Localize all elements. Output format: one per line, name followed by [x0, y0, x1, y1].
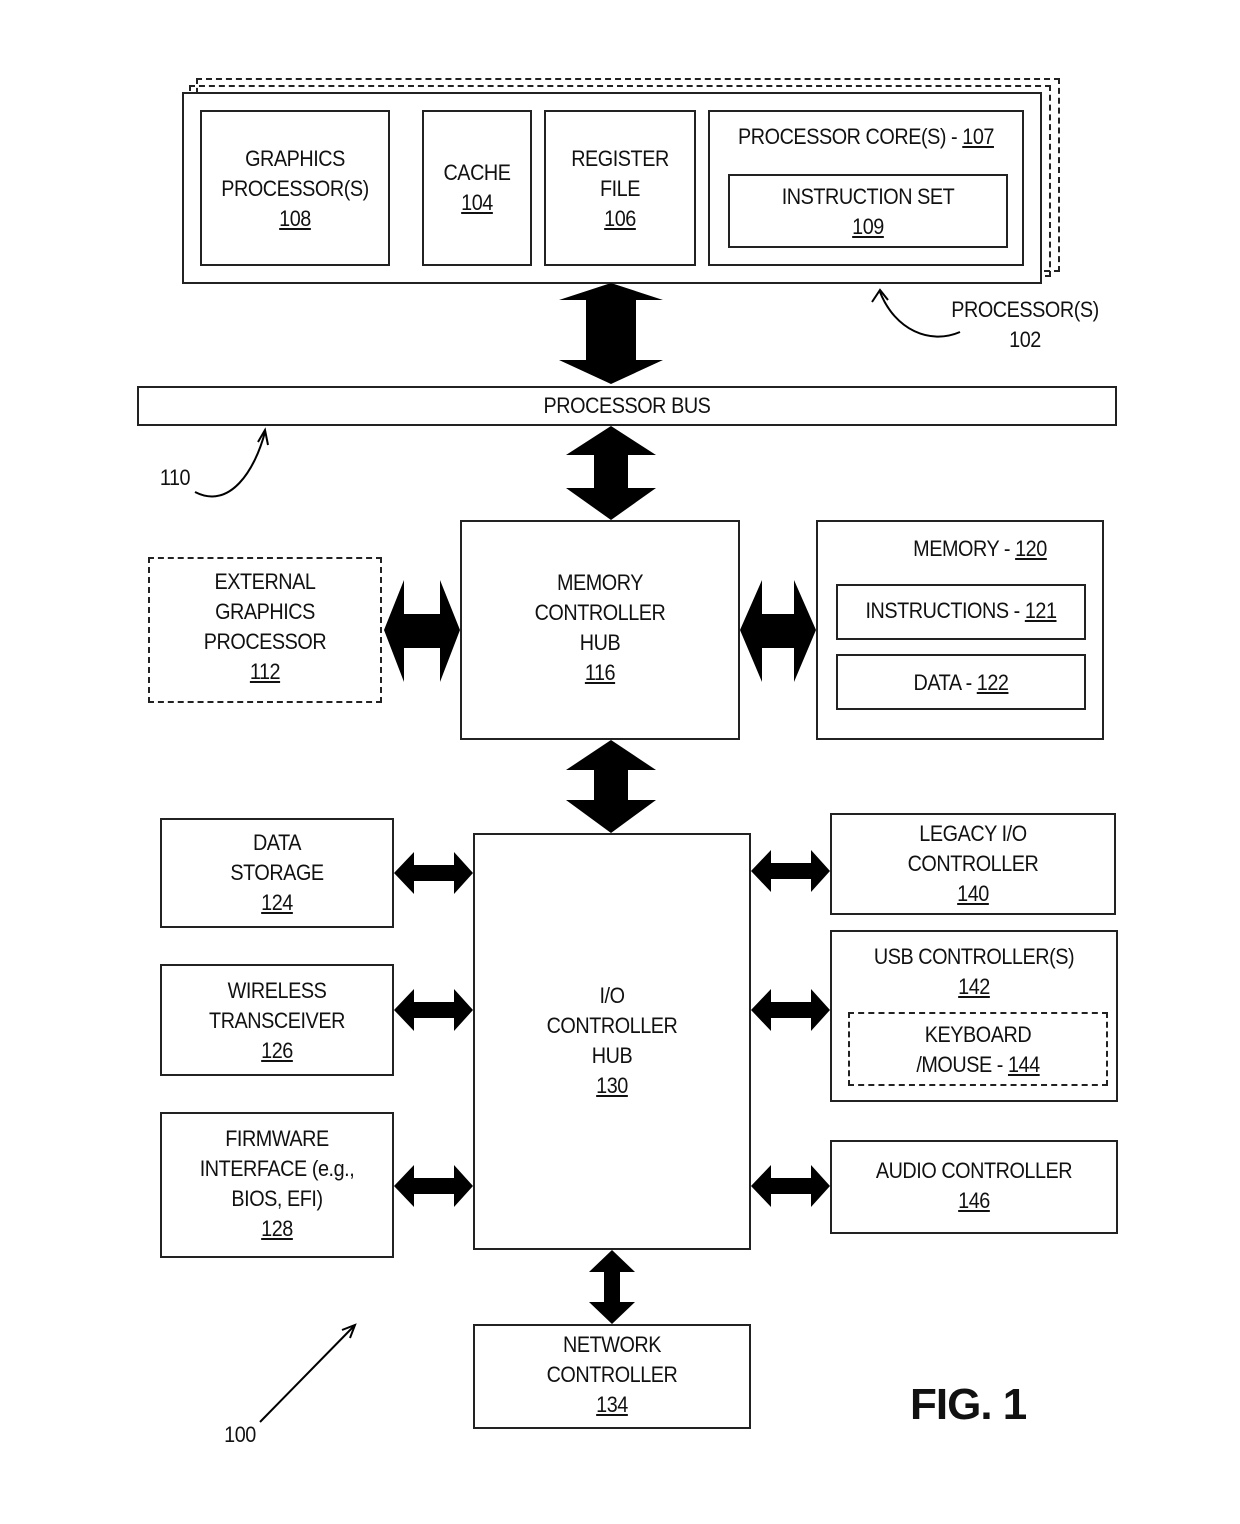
arrow-mch-memory [740, 580, 816, 682]
arrow-ich-audio [751, 1165, 830, 1207]
arrow-ich-wireless [394, 989, 473, 1031]
arrow-bus-mch [566, 426, 656, 520]
arrow-mch-external-graphics [384, 580, 460, 682]
processors-callout-leader [879, 291, 961, 338]
arrows-layer [194, 283, 961, 1423]
arrow-ich-legacy-io [751, 850, 830, 892]
arrow-ich-usb [751, 989, 830, 1031]
arrow-ich-network [589, 1250, 635, 1324]
arrow-ich-firmware [394, 1165, 473, 1207]
system-callout-leader [259, 1324, 356, 1423]
arrow-ich-data-storage [394, 852, 473, 894]
bus-callout-leader [194, 431, 266, 498]
arrow-processor-bus [559, 283, 663, 384]
processors-callout-arrowhead [871, 288, 889, 303]
arrow-mch-ich [566, 740, 656, 833]
